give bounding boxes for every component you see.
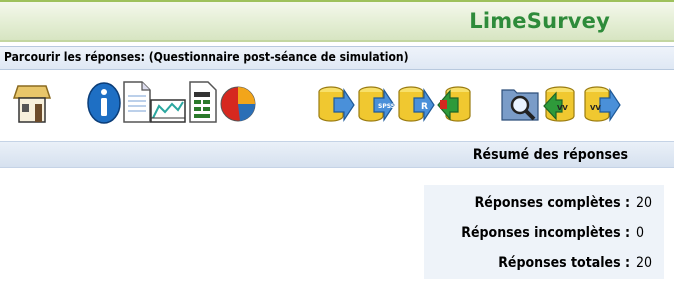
search-database-icon[interactable] — [500, 78, 540, 126]
export-icon[interactable] — [316, 78, 356, 126]
app-logo: LimeSurvey — [469, 9, 610, 33]
vv-badge-export: VV — [590, 104, 601, 112]
home-icon[interactable] — [12, 78, 52, 126]
export-r-icon[interactable]: R — [396, 78, 436, 126]
export-spss-icon[interactable]: SPSS — [356, 78, 396, 126]
page-title: Parcourir les réponses: (Questionnaire p… — [0, 46, 674, 70]
vv-badge-import: VV — [557, 104, 568, 112]
report-icon[interactable] — [182, 78, 222, 126]
summary-header: Résumé des réponses — [0, 141, 674, 168]
export-vv-icon[interactable]: VV — [582, 78, 622, 126]
spss-badge: SPSS — [378, 103, 395, 110]
summary-row-label: Réponses totales : — [498, 255, 630, 271]
summary-table: Réponses complètes : 20 Réponses incompl… — [424, 185, 664, 279]
summary-row-value: 0 — [636, 225, 645, 241]
summary-row-value: 20 — [636, 255, 653, 271]
summary-row-value: 20 — [636, 195, 653, 211]
r-badge: R — [421, 102, 428, 112]
app-header: LimeSurvey — [0, 0, 674, 42]
summary-title: Résumé des réponses — [472, 147, 628, 163]
pie-chart-icon[interactable] — [218, 78, 258, 126]
import-vv-icon[interactable]: VV — [540, 78, 580, 126]
summary-row-incomplete: Réponses incomplètes : 0 — [424, 219, 664, 247]
toolbar: SPSS R VV VV — [0, 72, 674, 138]
import-icon[interactable] — [436, 78, 476, 126]
summary-row-complete: Réponses complètes : 20 — [424, 189, 664, 217]
summary-row-label: Réponses complètes : — [474, 195, 630, 211]
summary-row-total: Réponses totales : 20 — [424, 249, 664, 277]
summary-row-label: Réponses incomplètes : — [461, 225, 630, 241]
